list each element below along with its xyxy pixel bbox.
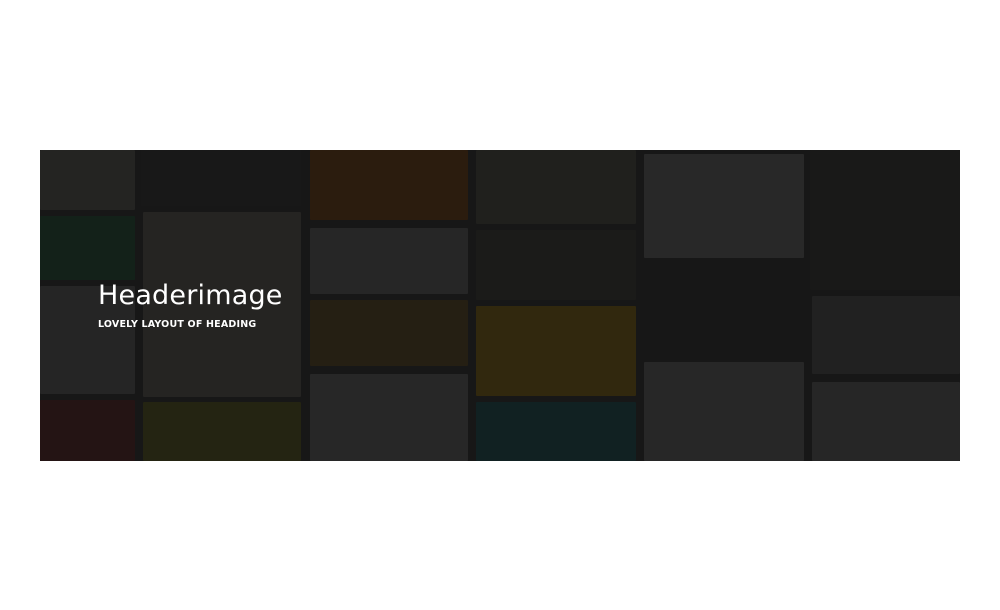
page: Headerimage LOVELY LAYOUT OF HEADING <box>0 0 1000 610</box>
header-subtitle: LOVELY LAYOUT OF HEADING <box>98 319 257 330</box>
heading-block: Headerimage LOVELY LAYOUT OF HEADING <box>98 278 283 330</box>
header-image-banner: Headerimage LOVELY LAYOUT OF HEADING <box>40 150 960 461</box>
header-title: Headerimage <box>98 280 283 311</box>
